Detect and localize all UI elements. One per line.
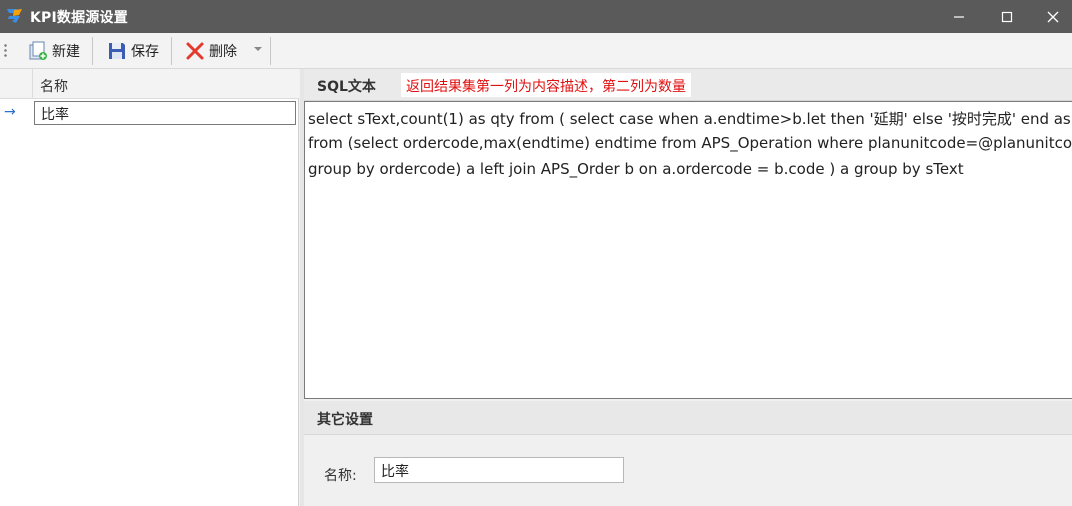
toolbar-grip[interactable] <box>4 43 7 59</box>
sql-line: group by ordercode) a left join APS_Orde… <box>308 160 964 178</box>
toolbar: 新建 保存 删除 <box>0 33 1072 69</box>
row-indicator-header <box>0 69 33 99</box>
table-row[interactable]: → 比率 <box>0 100 299 126</box>
delete-x-icon <box>186 42 204 60</box>
other-settings-header: 其它设置 <box>304 401 1072 435</box>
name-field-label: 名称: <box>324 468 357 484</box>
close-icon <box>1047 11 1059 22</box>
delete-button-label: 删除 <box>209 44 237 60</box>
kpi-app-icon <box>7 9 22 23</box>
sql-section-header: SQL文本 返回结果集第一列为内容描述，第二列为数量 <box>304 69 1072 101</box>
maximize-button[interactable] <box>984 0 1030 33</box>
save-icon <box>109 43 125 59</box>
sql-section-title: SQL文本 <box>317 79 376 95</box>
delete-button[interactable]: 删除 <box>181 37 241 65</box>
table-cell-name[interactable]: 比率 <box>34 101 296 125</box>
name-field[interactable]: 比率 <box>374 457 624 483</box>
current-row-arrow-icon: → <box>4 104 16 120</box>
kpi-list-grid: 名称 → 比率 <box>0 69 299 506</box>
save-button-label: 保存 <box>131 44 159 60</box>
column-header-name[interactable]: 名称 <box>40 76 68 96</box>
title-bar: KPI数据源设置 <box>0 0 1072 33</box>
grid-header: 名称 <box>0 69 299 99</box>
minimize-button[interactable] <box>936 0 982 33</box>
save-button[interactable]: 保存 <box>103 37 163 65</box>
toolbar-divider <box>171 37 172 65</box>
toolbar-divider <box>92 37 93 65</box>
sql-hint-text: 返回结果集第一列为内容描述，第二列为数量 <box>401 73 691 97</box>
toolbar-divider <box>270 37 271 65</box>
minimize-icon <box>954 15 964 18</box>
sql-line: from (select ordercode,max(endtime) endt… <box>308 134 1072 152</box>
window-title: KPI数据源设置 <box>30 10 128 26</box>
new-document-icon <box>29 41 47 60</box>
sql-line: select sText,count(1) as qty from ( sele… <box>308 110 1072 128</box>
close-button[interactable] <box>1030 0 1072 33</box>
new-button[interactable]: 新建 <box>24 37 84 65</box>
chevron-down-icon[interactable] <box>254 47 262 51</box>
other-settings-title: 其它设置 <box>317 412 373 428</box>
new-button-label: 新建 <box>52 44 80 60</box>
other-settings-panel: 名称: 比率 <box>304 435 1072 506</box>
maximize-icon <box>1001 11 1013 22</box>
sql-text-editor[interactable]: select sText,count(1) as qty from ( sele… <box>304 101 1072 399</box>
